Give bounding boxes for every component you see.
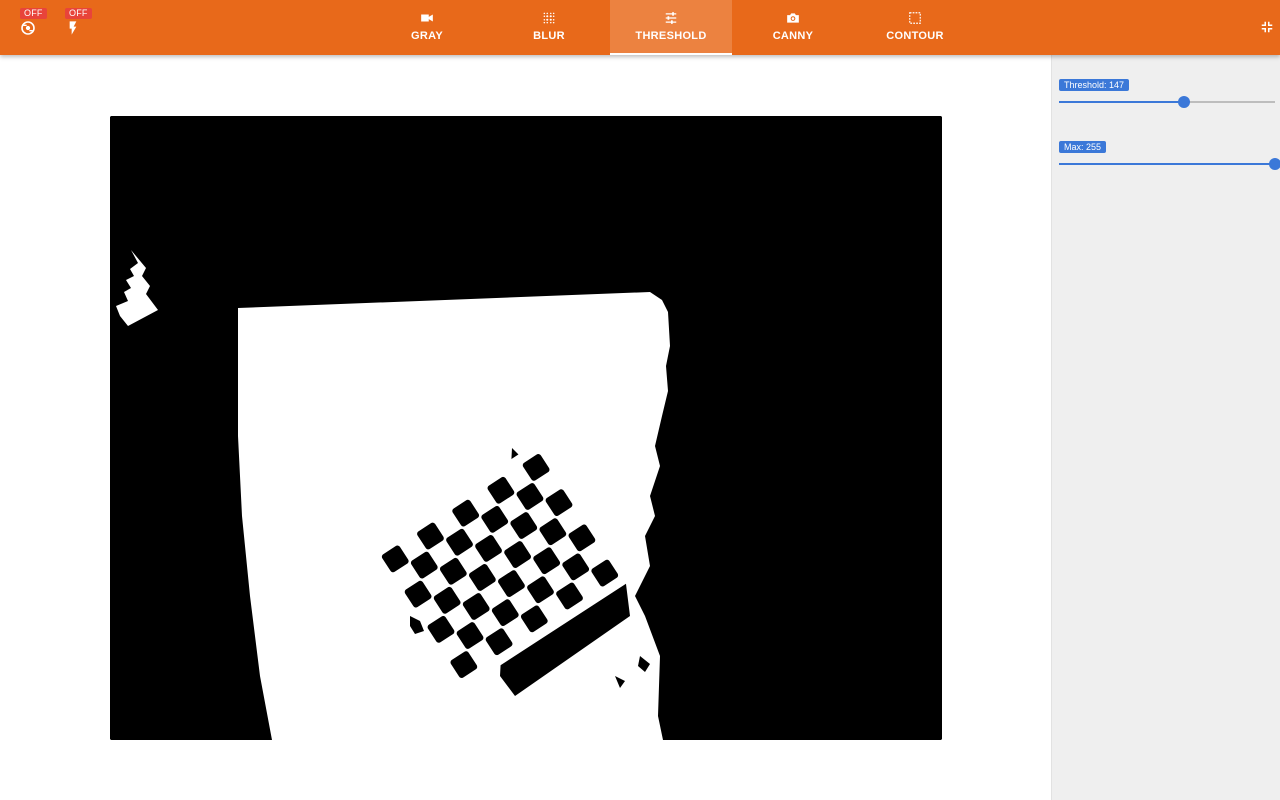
- tab-gray-label: GRAY: [411, 30, 443, 42]
- tab-gray[interactable]: GRAY: [366, 0, 488, 55]
- blur-icon: [543, 12, 555, 24]
- threshold-image: [110, 116, 942, 740]
- max-thumb[interactable]: [1269, 158, 1280, 170]
- tab-canny[interactable]: CANNY: [732, 0, 854, 55]
- threshold-slider[interactable]: Threshold: 147: [1059, 79, 1275, 119]
- tab-threshold-label: THRESHOLD: [635, 30, 707, 42]
- tune-icon: [665, 12, 677, 24]
- toolbar: OFF OFF GRAY BLUR THRESHOLD CANNY CONTOU…: [0, 0, 1280, 55]
- tab-blur[interactable]: BLUR: [488, 0, 610, 55]
- videocam-icon: [421, 14, 433, 22]
- camera-switch-icon: [21, 21, 35, 35]
- max-slider[interactable]: Max: 255: [1059, 141, 1280, 181]
- tab-threshold[interactable]: THRESHOLD: [610, 0, 732, 55]
- max-label: Max: 255: [1059, 141, 1107, 153]
- threshold-thumb[interactable]: [1177, 96, 1190, 108]
- threshold-fill: [1059, 101, 1184, 103]
- threshold-label: Threshold: 147: [1059, 79, 1130, 91]
- camera-icon: [787, 13, 799, 23]
- flash-badge: OFF: [65, 8, 92, 19]
- flash-icon: [69, 21, 77, 35]
- camera-switch-toggle[interactable]: OFF: [20, 8, 48, 38]
- threshold-preview: [110, 116, 942, 740]
- main-view: [0, 55, 1051, 800]
- tab-contour-label: CONTOUR: [886, 30, 944, 42]
- fullscreen-exit-icon[interactable]: [1260, 20, 1274, 34]
- tab-canny-label: CANNY: [772, 30, 814, 42]
- tab-contour[interactable]: CONTOUR: [854, 0, 976, 55]
- crop-free-icon: [909, 12, 921, 24]
- max-fill: [1059, 163, 1275, 165]
- settings-panel: Threshold: 147 Max: 255: [1051, 55, 1280, 800]
- camera-switch-badge: OFF: [20, 8, 47, 19]
- flash-toggle[interactable]: OFF: [65, 8, 93, 38]
- tab-blur-label: BLUR: [533, 30, 565, 42]
